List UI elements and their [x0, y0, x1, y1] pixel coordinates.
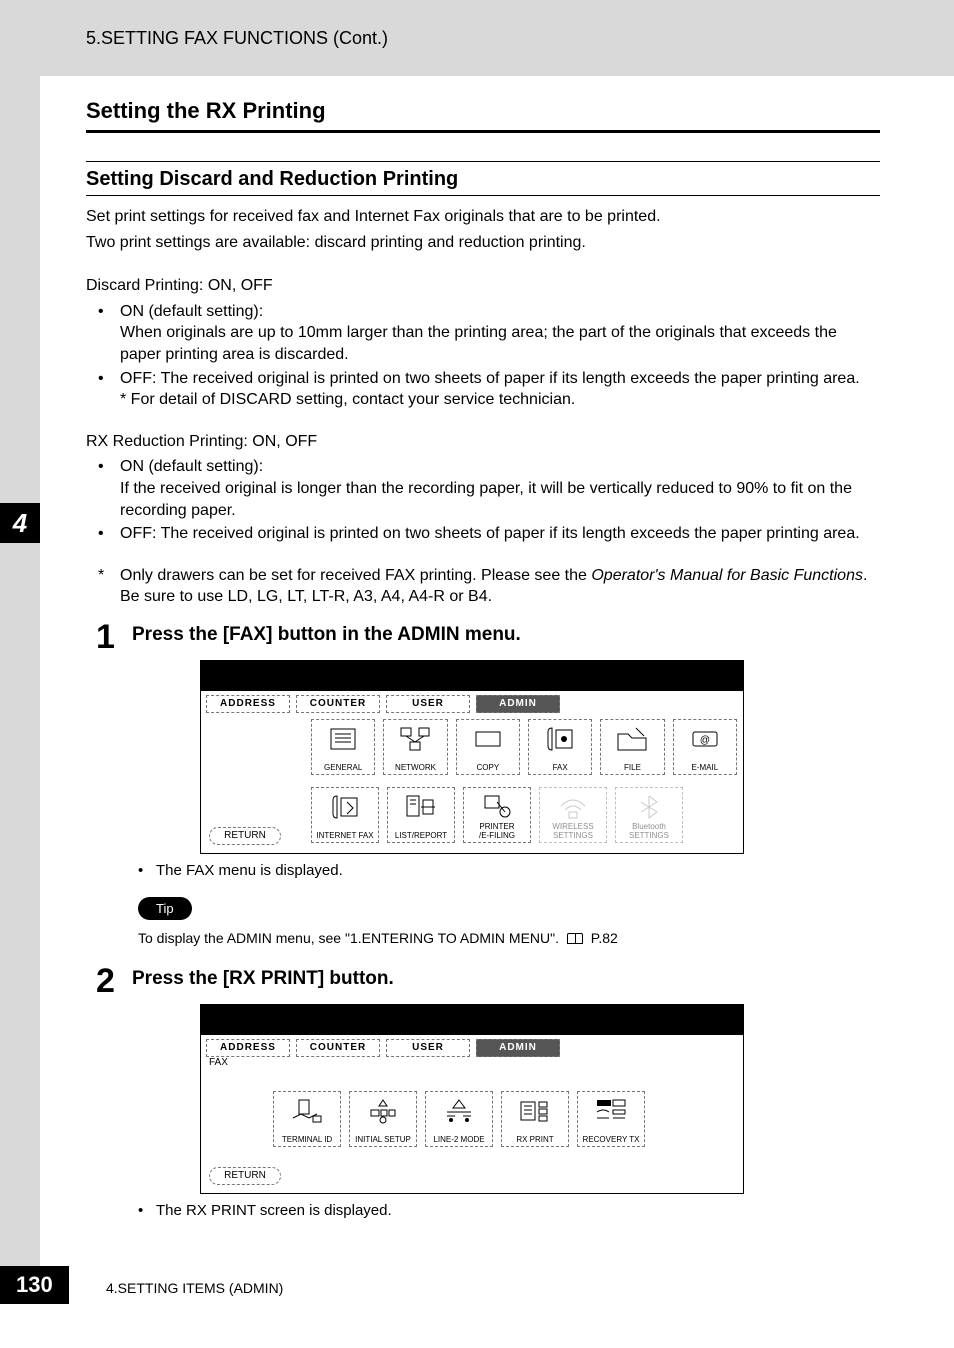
recovery-tx-icon — [593, 1096, 629, 1126]
file-icon — [614, 724, 650, 754]
rx-on-text: If the received original is longer than … — [120, 480, 852, 519]
tab-counter[interactable]: COUNTER — [296, 1039, 380, 1057]
step-1-title: Press the [FAX] button in the ADMIN menu… — [86, 624, 880, 646]
screen-titlebar — [201, 661, 743, 691]
network-icon — [397, 724, 433, 754]
email-button[interactable]: @E-MAIL — [673, 719, 737, 775]
tab-counter[interactable]: COUNTER — [296, 695, 380, 713]
tab-address[interactable]: ADDRESS — [206, 695, 290, 713]
bluetooth-settings-button[interactable]: Bluetooth SETTINGS — [615, 787, 683, 843]
copy-button[interactable]: COPY — [456, 719, 520, 775]
step-1: 1 Press the [FAX] button in the ADMIN me… — [86, 624, 880, 946]
initial-setup-button[interactable]: INITIAL SETUP — [349, 1091, 417, 1147]
line-2-mode-icon — [441, 1096, 477, 1126]
page-header: 5.SETTING FAX FUNCTIONS (Cont.) — [0, 0, 954, 76]
tip-text: To display the ADMIN menu, see "1.ENTERI… — [86, 930, 880, 946]
divider-thin-top — [86, 161, 880, 162]
tip-badge: Tip — [138, 897, 192, 920]
divider-thick — [86, 130, 880, 133]
intro-text-2: Two print settings are available: discar… — [86, 232, 880, 254]
internet-fax-icon — [327, 792, 363, 822]
rx-off-text: OFF: The received original is printed on… — [120, 525, 860, 542]
step-2-number: 2 — [96, 962, 115, 1001]
general-icon — [325, 724, 361, 754]
star-note-a: Only drawers can be set for received FAX… — [120, 567, 591, 584]
printer-efiling-icon — [479, 792, 515, 822]
initial-setup-icon — [365, 1096, 401, 1126]
footer-text: 4.SETTING ITEMS (ADMIN) — [106, 1280, 283, 1296]
step-1-number: 1 — [96, 618, 115, 657]
star-note: Only drawers can be set for received FAX… — [86, 565, 880, 608]
wireless-icon — [555, 792, 591, 822]
fax-icon — [542, 724, 578, 754]
fax-label: FAX — [209, 1057, 228, 1068]
list-report-icon — [403, 792, 439, 822]
terminal-id-button[interactable]: TERMINAL ID — [273, 1091, 341, 1147]
svg-text:@: @ — [700, 735, 710, 746]
terminal-id-icon — [289, 1096, 325, 1126]
internet-fax-button[interactable]: INTERNET FAX — [311, 787, 379, 843]
copy-icon — [470, 724, 506, 754]
discard-off-item: OFF: The received original is printed on… — [86, 368, 880, 411]
fax-screen: ADDRESS COUNTER USER ADMIN FAX TERMINAL … — [200, 1004, 744, 1194]
general-button[interactable]: GENERAL — [311, 719, 375, 775]
intro-text-1: Set print settings for received fax and … — [86, 206, 880, 228]
tab-admin[interactable]: ADMIN — [476, 1039, 560, 1057]
discard-note: * For detail of DISCARD setting, contact… — [120, 389, 880, 411]
tab-user[interactable]: USER — [386, 695, 470, 713]
tab-address[interactable]: ADDRESS — [206, 1039, 290, 1057]
breadcrumb: 5.SETTING FAX FUNCTIONS (Cont.) — [86, 28, 388, 48]
wireless-settings-button[interactable]: WIRELESS SETTINGS — [539, 787, 607, 843]
rx-title: RX Reduction Printing: ON, OFF — [86, 431, 880, 453]
tab-admin[interactable]: ADMIN — [476, 695, 560, 713]
star-note-italic: Operator's Manual for Basic Functions — [591, 567, 863, 584]
network-button[interactable]: NETWORK — [383, 719, 447, 775]
discard-title: Discard Printing: ON, OFF — [86, 275, 880, 297]
discard-on-label: ON (default setting): — [120, 303, 263, 320]
rx-print-button[interactable]: RX PRINT — [501, 1091, 569, 1147]
admin-screen: ADDRESS COUNTER USER ADMIN GENERAL NETWO… — [200, 660, 744, 854]
rx-on-label: ON (default setting): — [120, 458, 263, 475]
list-report-button[interactable]: LIST/REPORT — [387, 787, 455, 843]
divider-thin — [86, 195, 880, 196]
rx-on-item: ON (default setting): If the received or… — [86, 456, 880, 521]
book-icon — [567, 933, 583, 944]
return-button[interactable]: RETURN — [209, 1167, 281, 1185]
screen-titlebar — [201, 1005, 743, 1035]
tip-text-b: P.82 — [591, 930, 618, 946]
email-icon: @ — [687, 724, 723, 754]
recovery-tx-button[interactable]: RECOVERY TX — [577, 1091, 645, 1147]
tip-text-a: To display the ADMIN menu, see "1.ENTERI… — [138, 930, 559, 946]
step-2: 2 Press the [RX PRINT] button. ADDRESS C… — [86, 968, 880, 1219]
rx-off-item: OFF: The received original is printed on… — [86, 523, 880, 545]
fax-button[interactable]: FAX — [528, 719, 592, 775]
step-1-sub: The FAX menu is displayed. — [86, 862, 880, 879]
step-2-sub: The RX PRINT screen is displayed. — [86, 1202, 880, 1219]
discard-on-text: When originals are up to 10mm larger tha… — [120, 324, 837, 363]
discard-on-item: ON (default setting): When originals are… — [86, 301, 880, 366]
page-number: 130 — [0, 1266, 69, 1304]
heading-1: Setting the RX Printing — [86, 98, 880, 124]
return-button[interactable]: RETURN — [209, 827, 281, 845]
file-button[interactable]: FILE — [600, 719, 664, 775]
printer-efiling-button[interactable]: PRINTER /E-FILING — [463, 787, 531, 843]
discard-off-text: OFF: The received original is printed on… — [120, 370, 860, 387]
tab-user[interactable]: USER — [386, 1039, 470, 1057]
bluetooth-icon — [631, 792, 667, 822]
chapter-tab: 4 — [0, 503, 40, 543]
line-2-mode-button[interactable]: LINE-2 MODE — [425, 1091, 493, 1147]
side-column: 4 — [0, 76, 40, 1276]
heading-2: Setting Discard and Reduction Printing — [86, 168, 880, 191]
step-2-title: Press the [RX PRINT] button. — [86, 968, 880, 990]
rx-print-icon — [517, 1096, 553, 1126]
